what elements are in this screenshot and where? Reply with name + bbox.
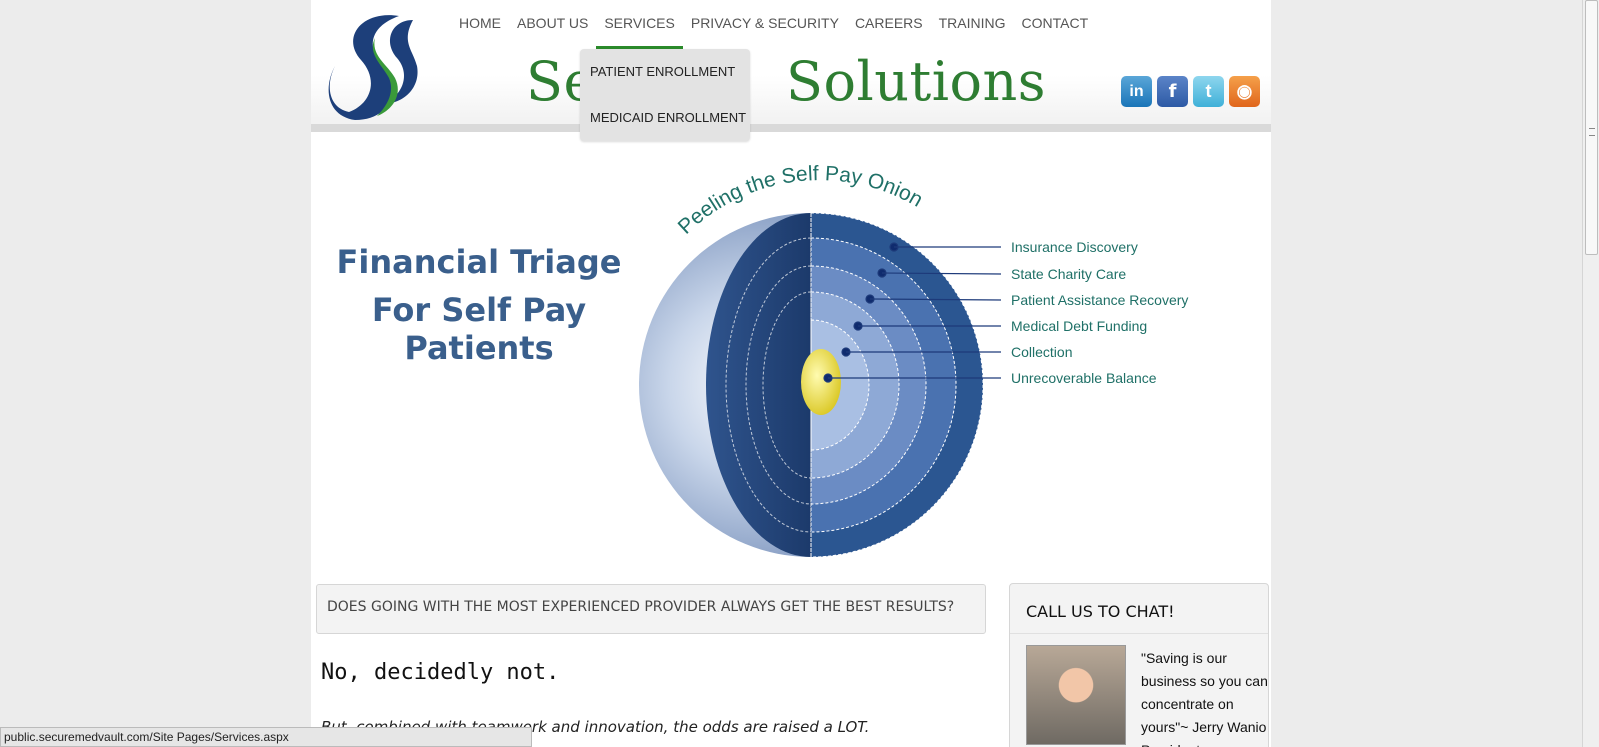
chat-widget: CALL US TO CHAT! "Saving is our business… xyxy=(1009,583,1269,747)
nav-about-us[interactable]: ABOUT US xyxy=(509,15,596,49)
president-photo xyxy=(1026,645,1126,745)
site-header: HOME ABOUT US SERVICES PRIVACY & SECURIT… xyxy=(311,0,1271,126)
layer-label-collection: Collection xyxy=(1011,344,1072,360)
page: HOME ABOUT US SERVICES PRIVACY & SECURIT… xyxy=(311,0,1271,747)
chat-title: CALL US TO CHAT! xyxy=(1010,584,1268,634)
answer-heading: No, decidedly not. xyxy=(321,660,560,685)
nav-privacy-security[interactable]: PRIVACY & SECURITY xyxy=(683,15,847,49)
company-logo[interactable] xyxy=(321,8,433,122)
brand-text-right: Solutions xyxy=(785,50,1046,113)
dropdown-medicaid-enrollment[interactable]: MEDICAID ENROLLMENT xyxy=(580,95,750,141)
president-quote: "Saving is our business so you can conce… xyxy=(1141,650,1268,747)
nav-training[interactable]: TRAINING xyxy=(931,15,1014,49)
layer-label-state-charity-care: State Charity Care xyxy=(1011,266,1126,282)
dropdown-patient-enrollment[interactable]: PATIENT ENROLLMENT xyxy=(580,49,750,95)
nav-services[interactable]: SERVICES xyxy=(596,15,683,49)
question-box: DOES GOING WITH THE MOST EXPERIENCED PRO… xyxy=(316,584,986,634)
layer-label-patient-assistance-recovery: Patient Assistance Recovery xyxy=(1011,292,1188,308)
scrollbar-thumb[interactable] xyxy=(1585,0,1598,255)
nav-contact[interactable]: CONTACT xyxy=(1014,15,1097,49)
hero-title-line1: Financial Triage xyxy=(336,243,622,281)
scrollbar-grip-icon xyxy=(1589,128,1595,136)
nav-home[interactable]: HOME xyxy=(451,15,509,49)
layer-label-insurance-discovery: Insurance Discovery xyxy=(1011,239,1138,255)
linkedin-icon[interactable]: in xyxy=(1121,76,1152,107)
facebook-icon[interactable]: f xyxy=(1157,76,1188,107)
social-links: in f t ◉ xyxy=(1121,76,1260,107)
vertical-scrollbar[interactable] xyxy=(1582,0,1599,747)
twitter-icon[interactable]: t xyxy=(1193,76,1224,107)
services-dropdown: PATIENT ENROLLMENT MEDICAID ENROLLMENT xyxy=(580,49,750,141)
onion-core xyxy=(801,349,841,415)
hero-title: Financial Triage For Self Pay Patients xyxy=(329,243,629,367)
layer-label-medical-debt-funding: Medical Debt Funding xyxy=(1011,318,1147,334)
nav-careers[interactable]: CAREERS xyxy=(847,15,931,49)
main-nav: HOME ABOUT US SERVICES PRIVACY & SECURIT… xyxy=(451,15,1096,49)
browser-status-bar: public.securemedvault.com/Site Pages/Ser… xyxy=(0,727,532,747)
rss-icon[interactable]: ◉ xyxy=(1229,76,1260,107)
layer-label-unrecoverable-balance: Unrecoverable Balance xyxy=(1011,370,1157,386)
header-divider xyxy=(311,124,1271,132)
onion-diagram: Peeling the Self Pay Onion Insurance Dis… xyxy=(639,162,1188,558)
hero-title-line2: For Self Pay Patients xyxy=(371,291,587,367)
